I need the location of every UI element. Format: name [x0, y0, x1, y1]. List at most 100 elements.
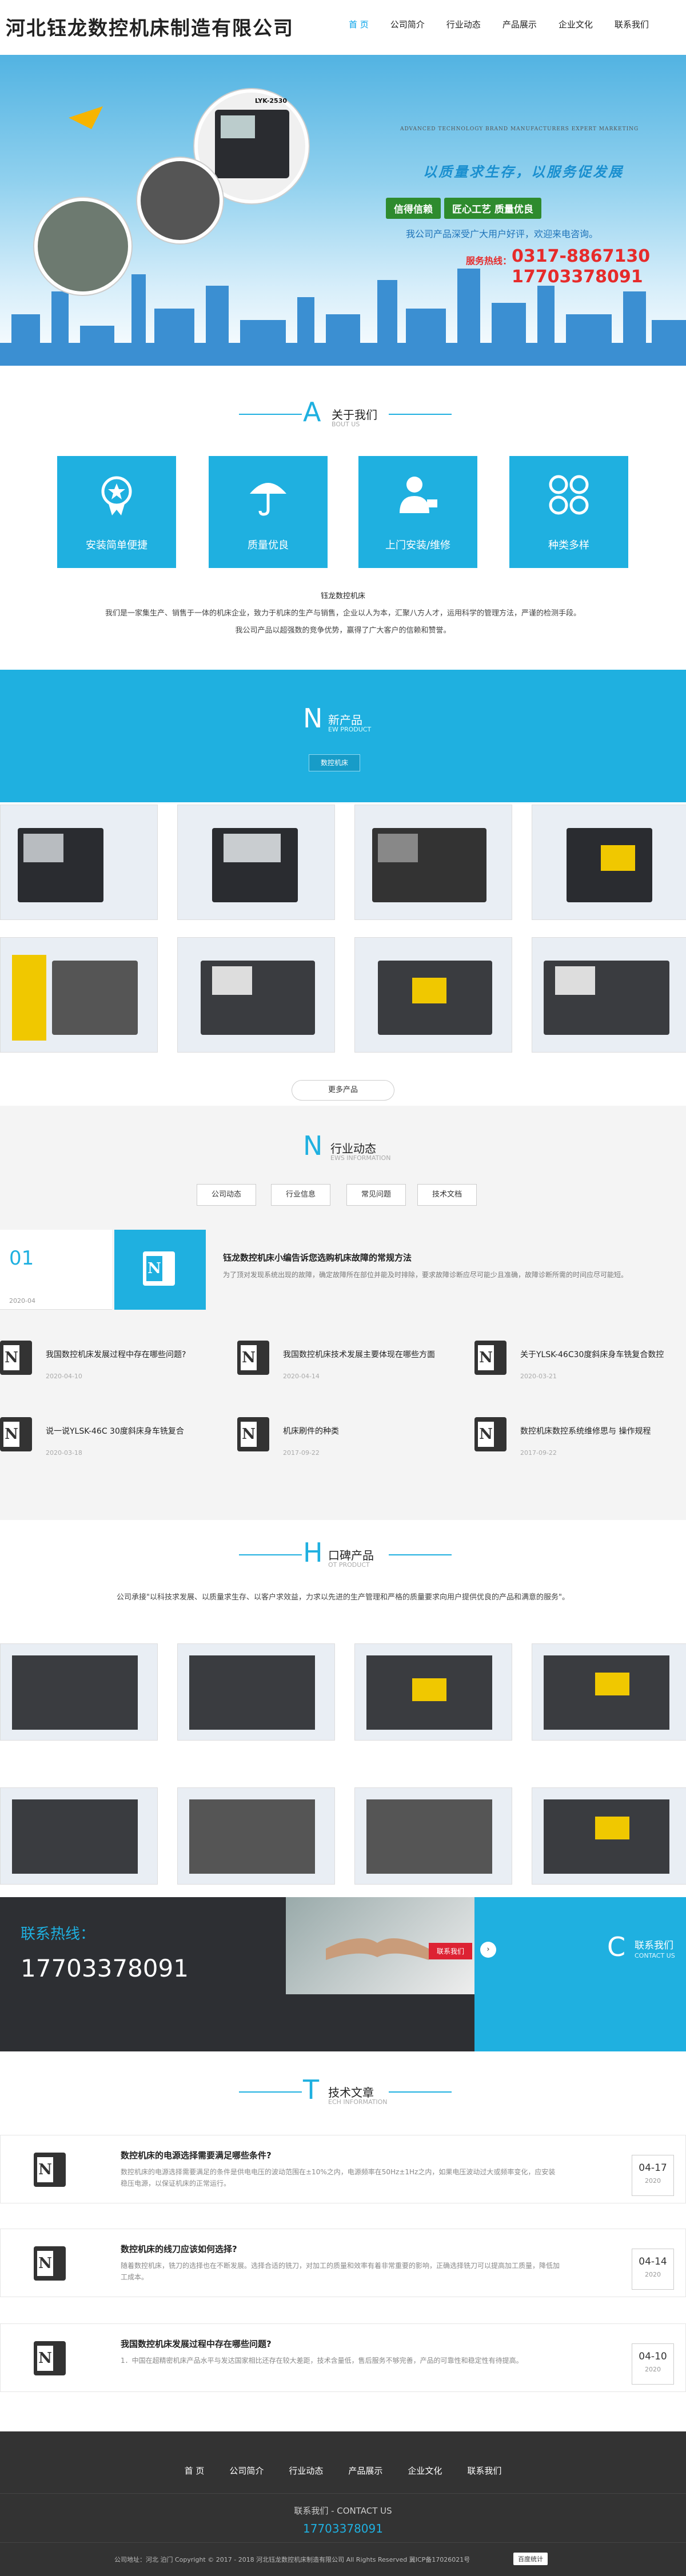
article-date: 04-17 2020	[632, 2155, 674, 2196]
brand-product-card[interactable]	[177, 1787, 335, 1885]
footer-copyright: 公司地址：河北 泊门 Copyright © 2017 - 2018 河北钰龙数…	[114, 2556, 470, 2563]
article-date: 04-14 2020	[632, 2249, 674, 2290]
news-item[interactable]: N 我国数控机床技术发展主要体现在哪些方面 2020-04-14	[237, 1341, 460, 1392]
product-card[interactable]	[177, 937, 335, 1053]
tab-tech-docs[interactable]: 技术文档	[417, 1184, 477, 1206]
news-item[interactable]: N 关于YLSK-46C30度斜床身车铣复合数控 2020-03-21	[474, 1341, 686, 1392]
nav-products[interactable]: 产品展示	[502, 18, 537, 30]
service-person-icon	[400, 477, 437, 513]
footer-nav-products[interactable]: 产品展示	[348, 2465, 382, 2477]
news-item[interactable]: N 数控机床数控系统维修思与 操作规程 2017-09-22	[474, 1417, 686, 1469]
hotline-number: 17703378091	[512, 267, 643, 287]
nav-news[interactable]: 行业动态	[446, 18, 481, 30]
product-card[interactable]	[0, 937, 158, 1053]
document-icon: N	[34, 2153, 66, 2187]
product-card[interactable]	[177, 805, 335, 920]
brand-product-card[interactable]	[532, 1787, 686, 1885]
products-section-title: N 新产品 EW PRODUCT	[303, 703, 372, 734]
banner-tags: 信得信赖 匠心工艺 质量优良	[386, 198, 541, 219]
document-icon: N	[474, 1417, 506, 1451]
footer-phone[interactable]: 17703378091	[0, 2522, 686, 2535]
machine-image-detail-2	[137, 158, 223, 243]
article-date: 04-10 2020	[632, 2343, 674, 2385]
nav-contact[interactable]: 联系我们	[615, 18, 649, 30]
umbrella-icon	[250, 483, 286, 516]
featured-title[interactable]: 钰龙数控机床小编告诉您选购机床故障的常规方法	[223, 1251, 412, 1263]
featured-news[interactable]: 01 2020-04 N 钰龙数控机床小编告诉您选购机床故障的常规方法 为了顶对…	[0, 1230, 686, 1310]
footer-nav-culture[interactable]: 企业文化	[408, 2465, 442, 2477]
main-nav: 首 页 公司简介 行业动态 产品展示 企业文化 联系我们	[349, 18, 649, 30]
hero-banner: LYK-2530 ADVANCED TECHNOLOGY BRAND MANUF…	[0, 55, 686, 366]
stats-badge[interactable]: 百度统计	[513, 2553, 548, 2565]
footer-nav-home[interactable]: 首 页	[185, 2465, 205, 2477]
company-logo[interactable]: 河北钰龙数控机床制造有限公司	[6, 13, 294, 41]
tab-industry-info[interactable]: 行业信息	[271, 1184, 330, 1206]
featured-thumbnail: N	[114, 1230, 206, 1310]
about-paragraph: 我公司产品以超强数的竞争优势，赢得了广大客户的信赖和赞誉。	[235, 626, 451, 635]
banner-tag: 信得信赖	[386, 198, 441, 219]
footer-nav-news[interactable]: 行业动态	[289, 2465, 323, 2477]
product-card[interactable]	[354, 805, 512, 920]
feature-box-install[interactable]: 安装简单便捷	[57, 456, 176, 568]
brand-product-card[interactable]	[354, 1643, 512, 1741]
product-card[interactable]	[532, 805, 686, 920]
brand-product-card[interactable]	[0, 1787, 158, 1885]
tab-faq[interactable]: 常见问题	[346, 1184, 406, 1206]
product-card[interactable]	[0, 805, 158, 920]
about-subtitle: 钰龙数控机床	[320, 592, 365, 601]
document-icon: N	[34, 2246, 66, 2281]
document-icon: N	[0, 1417, 32, 1451]
contact-us-button[interactable]: 联系我们	[429, 1943, 473, 1959]
brand-section-title: H 口碑产品 OT PRODUCT	[0, 1537, 686, 1577]
document-icon: N	[34, 2341, 66, 2375]
footer-nav-contact[interactable]: 联系我们	[467, 2465, 501, 2477]
article-item[interactable]: N 数控机床的电源选择需要满足哪些条件? 数控机床的电源选择需要满足的条件是供电…	[0, 2135, 686, 2203]
contact-dark-panel: 联系热线： 17703378091 联系我们 ›	[0, 1897, 496, 2051]
brand-product-card[interactable]	[354, 1787, 512, 1885]
banner-hotline: 服务热线： 0317-8867130 17703378091	[466, 246, 650, 287]
more-products-button[interactable]: 更多产品	[292, 1080, 394, 1101]
nav-home[interactable]: 首 页	[349, 18, 369, 30]
banner-slogan: 以质量求生存，以服务促发展	[423, 164, 624, 180]
product-card[interactable]	[354, 937, 512, 1053]
footer-nav: 首 页 公司简介 行业动态 产品展示 企业文化 联系我们	[0, 2465, 686, 2477]
document-icon: N	[0, 1341, 32, 1375]
article-item[interactable]: N 数控机床的线刀应该如何选择? 随着数控机床，铣刀的选择也在不断发展。选择合适…	[0, 2229, 686, 2297]
brand-product-card[interactable]	[177, 1643, 335, 1741]
featured-date-box: 01 2020-04	[0, 1230, 112, 1310]
product-card[interactable]	[532, 937, 686, 1053]
footer-contact-title: 联系我们 - CONTACT US	[294, 2506, 392, 2516]
article-item[interactable]: N 我国数控机床发展过程中存在哪些问题? 1．中国在超精密机床产品水平与发达国家…	[0, 2323, 686, 2392]
document-icon: N	[474, 1341, 506, 1375]
feature-box-service[interactable]: 上门安装/维修	[358, 456, 477, 568]
nav-about[interactable]: 公司简介	[390, 18, 425, 30]
clover-icon	[549, 475, 589, 515]
footer-divider	[0, 2493, 686, 2494]
machine-image-detail-1	[34, 198, 131, 295]
tab-company-news[interactable]: 公司动态	[197, 1184, 256, 1206]
brand-intro: 公司承接"以科技求发展、以质量求生存、以客户求效益，力求以先进的生产管理和严格的…	[117, 1593, 569, 1602]
footer-nav-about[interactable]: 公司简介	[229, 2465, 264, 2477]
articles-section-title: T 技术文章 ECH INFORMATION	[0, 2074, 686, 2114]
arrow-right-icon[interactable]: ›	[480, 1942, 496, 1958]
news-item[interactable]: N 说一说YLSK-46C 30度斜床身车铣复合 2020-03-18	[0, 1417, 223, 1469]
handshake-icon	[326, 1938, 429, 1960]
nav-culture[interactable]: 企业文化	[559, 18, 593, 30]
feature-box-variety[interactable]: 种类多样	[509, 456, 628, 568]
header: 河北钰龙数控机床制造有限公司 首 页 公司简介 行业动态 产品展示 企业文化 联…	[0, 0, 686, 55]
document-icon: N	[237, 1341, 269, 1375]
news-item[interactable]: N 我国数控机床发展过程中存在哪些问题? 2020-04-10	[0, 1341, 223, 1392]
hotline-label: 服务热线：	[466, 255, 512, 266]
feature-box-quality[interactable]: 质量优良	[209, 456, 328, 568]
news-item[interactable]: N 机床刷件的种类 2017-09-22	[237, 1417, 460, 1469]
category-button[interactable]: 数控机床	[309, 754, 360, 771]
paper-plane-icon	[69, 106, 103, 129]
banner-english-line: ADVANCED TECHNOLOGY BRAND MANUFACTURERS …	[400, 126, 639, 132]
contact-phone[interactable]: 17703378091	[21, 1954, 189, 1982]
banner-tag: 匠心工艺 质量优良	[444, 198, 541, 219]
featured-summary: 为了顶对发现系统出现的故障，确定故障所在部位并能及时排除，要求故障诊断应尽可能少…	[223, 1271, 628, 1279]
badge-icon	[101, 476, 132, 515]
brand-product-card[interactable]	[0, 1643, 158, 1741]
handshake-image: 联系我们 ›	[286, 1897, 496, 1994]
brand-product-card[interactable]	[532, 1643, 686, 1741]
